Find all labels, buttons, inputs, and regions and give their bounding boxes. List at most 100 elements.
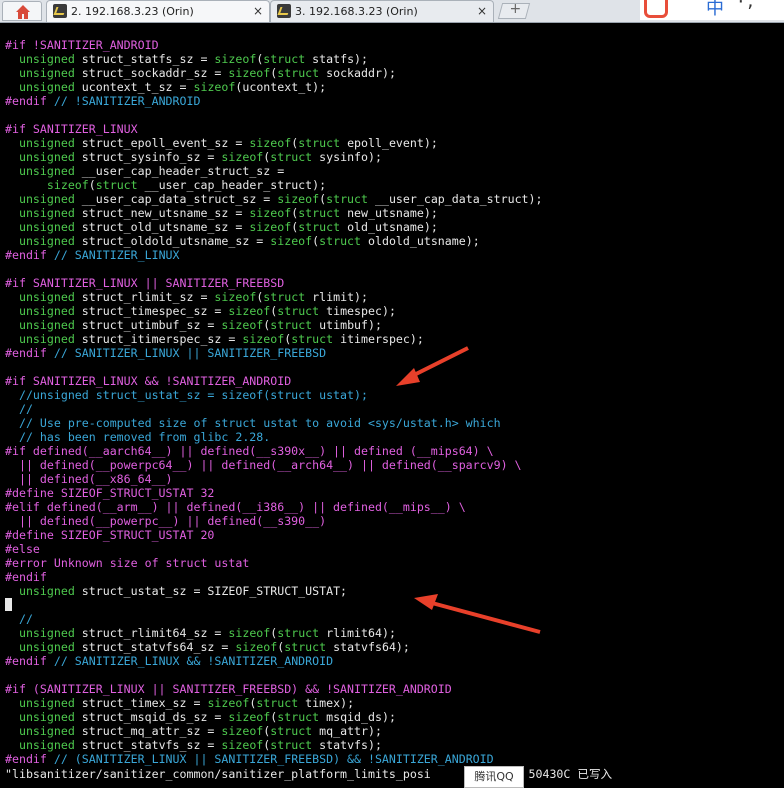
code-line: unsigned struct_new_utsname_sz = sizeof(… [5,206,543,220]
code-token: sizeof [207,696,250,710]
code-line: unsigned __user_cap_header_struct_sz = [5,164,543,178]
code-token: unsigned [5,192,75,206]
code-token: struct [277,66,320,80]
code-token: unsigned [5,626,75,640]
code-token: // has been removed from glibc 2.28. [5,430,271,444]
code-token: unsigned [5,640,75,654]
code-line: // [5,612,543,626]
ime-logo-icon [644,0,668,18]
tab-close-button[interactable]: × [477,1,487,21]
code-line: unsigned struct_itimerspec_sz = sizeof(s… [5,332,543,346]
home-tab[interactable] [2,1,42,21]
code-token: new_utsname); [340,206,438,220]
code-token: struct [277,710,320,724]
code-line: unsigned struct_epoll_event_sz = sizeof(… [5,136,543,150]
code-token: sizeof [214,290,257,304]
code-token: ucontext_t_sz = [74,80,194,94]
terminal-icon [53,4,67,18]
code-line: #elif defined(__arm__) || defined(__i386… [5,500,543,514]
code-token: __user_cap_header_struct); [137,178,327,192]
tab-label: 3. 192.168.3.23 (Orin) [295,5,418,18]
qq-popup[interactable]: 腾讯QQ [464,766,524,788]
code-token: struct [263,290,306,304]
code-line: unsigned struct_mq_attr_sz = sizeof(stru… [5,724,543,738]
code-token: utimbuf); [312,318,382,332]
terminal-icon [277,4,291,18]
code-token: unsigned [5,206,75,220]
new-tab-button[interactable]: + [497,1,531,19]
code-token: #if SANITIZER_LINUX [5,122,138,136]
code-token: #if !SANITIZER_ANDROID [5,38,159,52]
code-line: unsigned struct_ustat_sz = SIZEOF_STRUCT… [5,584,543,598]
code-line: // has been removed from glibc 2.28. [5,430,543,444]
code-token: #else [5,542,40,556]
ime-punctuation[interactable]: ·, [736,0,755,11]
code-line: //unsigned struct_ustat_sz = sizeof(stru… [5,388,543,402]
code-token: unsigned [5,724,75,738]
code-line: unsigned struct_old_utsname_sz = sizeof(… [5,220,543,234]
code-token: #error Unknown size of struct ustat [5,556,250,570]
code-token: sizeof [221,318,264,332]
code-token: struct_itimerspec_sz = [74,332,243,346]
code-token: struct [270,724,313,738]
tab-session-3[interactable]: 3. 192.168.3.23 (Orin) × [270,0,494,22]
terminal-code-view[interactable]: #if !SANITIZER_ANDROID unsigned struct_s… [5,38,543,766]
code-token: #if SANITIZER_LINUX && !SANITIZER_ANDROI… [5,374,292,388]
code-token: struct_sysinfo_sz = [74,150,222,164]
terminal-cursor [5,598,12,611]
code-token: #endif [5,346,47,360]
code-token: struct [291,332,334,346]
code-token: // [5,402,33,416]
ime-chinese-mode[interactable]: 中 [706,0,724,20]
tab-bar: 2. 192.168.3.23 (Orin) × 3. 192.168.3.23… [0,0,784,23]
code-token: unsigned [5,234,75,248]
code-token: itimerspec); [333,332,424,346]
code-line: #endif // (SANITIZER_LINUX || SANITIZER_… [5,752,543,766]
code-token: struct_ustat_sz = SIZEOF_STRUCT_USTAT; [74,584,348,598]
code-token: unsigned [5,52,75,66]
code-line: #if SANITIZER_LINUX || SANITIZER_FREEBSD [5,276,543,290]
code-token: unsigned [5,318,75,332]
code-token: sizeof [277,192,320,206]
code-line: unsigned struct_statfs_sz = sizeof(struc… [5,52,543,66]
code-token: // (SANITIZER_LINUX || SANITIZER_FREEBSD… [46,752,494,766]
code-token: sizeof [228,66,271,80]
home-icon [16,5,30,19]
code-token: sizeof [270,234,313,248]
code-token: || defined(__powerpc64__) || defined(__a… [5,458,522,472]
code-token: #endif [5,94,47,108]
code-token: rlimit); [305,290,369,304]
code-token: __user_cap_data_struct_sz = [74,192,278,206]
code-token: unsigned [5,290,75,304]
code-token: // [5,612,33,626]
code-token: struct [256,696,299,710]
code-line: #if !SANITIZER_ANDROID [5,38,543,52]
code-token: struct_statvfs_sz = [74,738,222,752]
code-token: epoll_event); [340,136,438,150]
code-token: struct [319,234,362,248]
code-token: struct_rlimit_sz = [74,290,215,304]
code-line: unsigned struct_statvfs_sz = sizeof(stru… [5,738,543,752]
code-token: sizeof [249,206,292,220]
code-token: sizeof [228,710,271,724]
code-token: #endif [5,248,47,262]
code-token: struct_mq_attr_sz = [74,724,222,738]
ime-toolbar[interactable]: 中 ·, [640,0,784,20]
code-token: #endif [5,654,47,668]
code-token: || defined(__powerpc__) || defined(__s39… [5,514,327,528]
code-token: sizeof [249,220,292,234]
code-token: struct [95,178,138,192]
code-line: unsigned struct_timex_sz = sizeof(struct… [5,696,543,710]
tab-close-button[interactable]: × [253,1,263,21]
code-token: mq_attr); [312,724,382,738]
code-line: sizeof(struct __user_cap_header_struct); [5,178,543,192]
code-line: #endif [5,570,543,584]
tab-session-2[interactable]: 2. 192.168.3.23 (Orin) × [46,0,270,22]
code-token: unsigned [5,164,75,178]
code-token: statfs); [305,52,369,66]
code-line: #define SIZEOF_STRUCT_USTAT 32 [5,486,543,500]
code-token: rlimit64); [319,626,396,640]
